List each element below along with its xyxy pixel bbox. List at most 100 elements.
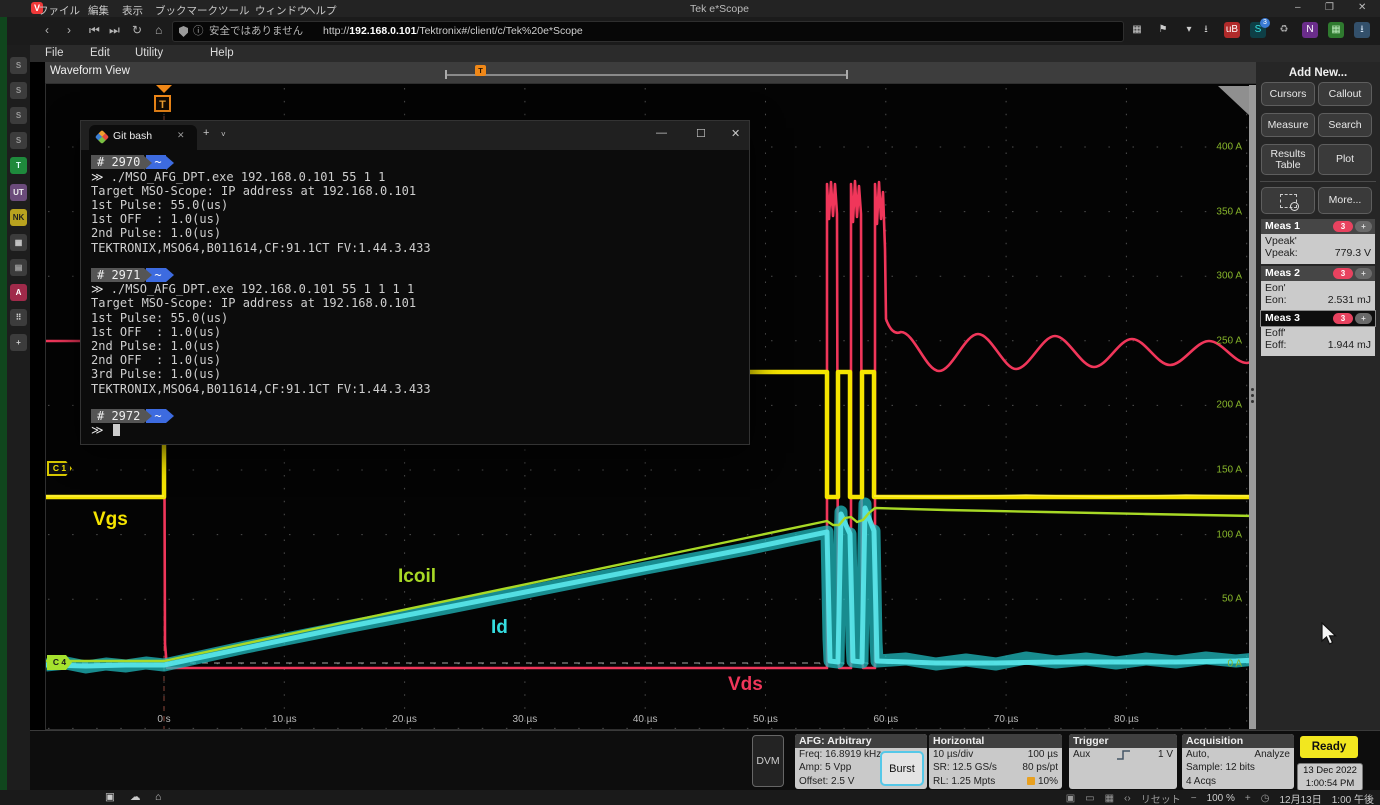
recycle-icon[interactable]: ♻	[1276, 22, 1292, 38]
meas-add-badge[interactable]: +	[1355, 221, 1372, 232]
close-button[interactable]: ✕	[1358, 2, 1366, 13]
terminal-tab[interactable]: Git bash ✕	[89, 125, 197, 150]
save-page-icon[interactable]: ⭳	[1354, 22, 1370, 38]
afg-panel[interactable]: AFG: Arbitrary Freq: 16.8919 kHz Amp: 5 …	[795, 734, 927, 789]
meas-source-badge[interactable]: 3	[1333, 313, 1353, 324]
meas-add-badge[interactable]: +	[1355, 313, 1372, 324]
taskbar-home-icon[interactable]: ⌂	[155, 791, 161, 803]
measure-button[interactable]: Measure	[1261, 113, 1315, 137]
web-panel-s2-icon[interactable]: S	[10, 82, 27, 99]
capture-image-icon[interactable]: ▦	[1105, 793, 1114, 804]
web-panel-grid-icon[interactable]: ⠿	[10, 309, 27, 326]
results-table-button[interactable]: Results Table	[1261, 144, 1315, 175]
web-panel-qr-icon[interactable]: ▦	[10, 234, 27, 251]
more-button[interactable]: More...	[1318, 187, 1372, 214]
terminal-minimize-button[interactable]: —	[656, 127, 667, 139]
forward-icon[interactable]: ›	[67, 23, 71, 37]
meas-source-badge[interactable]: 3	[1333, 221, 1353, 232]
reset-button[interactable]: リセット	[1141, 791, 1181, 805]
terminal-close-button[interactable]: ✕	[731, 127, 740, 140]
address-bar[interactable]: ⓘ 安全ではありません http://192.168.0.101/Tektron…	[172, 21, 1124, 42]
browser-menu-1[interactable]: 編集	[88, 3, 109, 18]
tab-dropdown-icon[interactable]: ˅	[221, 130, 226, 139]
browser-menu-0[interactable]: ファイル	[38, 3, 80, 18]
terminal-window[interactable]: Git bash ✕ + ˅ — ☐ ✕ # 2970~≫ ./MSO_AFG_…	[80, 120, 750, 445]
back-icon[interactable]: ‹	[45, 23, 49, 37]
meas-card-2[interactable]: Meas 23+Eon'Eon:2.531 mJ	[1261, 266, 1375, 311]
scope-menu-help[interactable]: Help	[210, 47, 234, 59]
plot-button[interactable]: Plot	[1318, 144, 1372, 175]
minimap-trigger-flag[interactable]: T	[475, 65, 486, 76]
web-panel-a-icon[interactable]: A	[10, 284, 27, 301]
search-button[interactable]: Search	[1318, 113, 1372, 137]
web-panel-tek-selected-icon[interactable]: T	[10, 157, 27, 174]
time-axis-label: 80 µs	[1114, 714, 1139, 725]
terminal-titlebar[interactable]: Git bash ✕ + ˅ — ☐ ✕	[81, 121, 749, 150]
zoom-in-button[interactable]: +	[1245, 793, 1251, 804]
download-icon[interactable]: ⭳	[1198, 22, 1214, 38]
rewind-icon[interactable]: ⏮	[89, 23, 100, 38]
reload-icon[interactable]: ↻	[132, 23, 142, 37]
scope-menu-edit[interactable]: Edit	[90, 47, 110, 59]
capture-code-icon[interactable]: ‹›	[1124, 793, 1131, 804]
home-icon[interactable]: ⌂	[155, 23, 162, 37]
dropdown-icon[interactable]: ▾	[1181, 22, 1197, 38]
tab-close-icon[interactable]: ✕	[177, 130, 185, 141]
web-panel-s3-icon[interactable]: S	[10, 107, 27, 124]
browser-menu-3[interactable]: ブックマーク	[155, 3, 218, 18]
horizontal-panel[interactable]: Horizontal 10 µs/div100 µs SR: 12.5 GS/s…	[929, 734, 1062, 789]
zoom-out-button[interactable]: −	[1191, 793, 1197, 804]
minimap-right-bracket[interactable]	[846, 70, 848, 79]
fast-forward-icon[interactable]: ⏭	[109, 23, 120, 38]
qr-code-icon[interactable]: ▦	[1129, 22, 1145, 38]
terminal-maximize-button[interactable]: ☐	[696, 127, 706, 140]
browser-menu-2[interactable]: 表示	[122, 3, 143, 18]
meas-card-1[interactable]: Meas 13+Vpeak'Vpeak:779.3 V	[1261, 219, 1375, 264]
minimap-left-bracket[interactable]	[445, 70, 447, 79]
restore-button[interactable]: ❐	[1325, 2, 1334, 13]
scrollbar-handle[interactable]	[1249, 85, 1256, 403]
web-panel-doc-icon[interactable]: ▤	[10, 259, 27, 276]
terminal-output[interactable]: # 2970~≫ ./MSO_AFG_DPT.exe 192.168.0.101…	[91, 155, 741, 440]
callout-button[interactable]: Callout	[1318, 82, 1372, 106]
waveform-view-tab[interactable]: Waveform View	[50, 65, 130, 77]
web-panel-nk-icon[interactable]: NK	[10, 209, 27, 226]
info-icon[interactable]: ⓘ	[193, 22, 204, 41]
ublock-icon[interactable]: uB	[1224, 22, 1240, 38]
new-tab-button[interactable]: +	[203, 127, 209, 139]
dvm-button[interactable]: DVM	[752, 735, 784, 787]
grid-extension-icon[interactable]: ▦	[1328, 22, 1344, 38]
ready-button[interactable]: Ready	[1300, 736, 1358, 758]
taskbar-keyboard-icon[interactable]: ▣	[105, 791, 115, 803]
bookmark-icon[interactable]: ⚑	[1155, 22, 1171, 38]
overview-minimap[interactable]	[447, 74, 847, 76]
scope-menu-file[interactable]: File	[45, 47, 64, 59]
trigger-panel[interactable]: Trigger Aux 1 V	[1069, 734, 1177, 789]
acquisition-panel[interactable]: Acquisition Auto,Analyze Sample: 12 bits…	[1182, 734, 1294, 789]
capture-window-icon[interactable]: ▭	[1085, 793, 1094, 804]
capture-camera-icon[interactable]: ▣	[1066, 793, 1075, 804]
trigger-marker[interactable]: T	[154, 95, 171, 112]
minimize-button[interactable]: –	[1295, 2, 1301, 13]
meas-source-badge[interactable]: 3	[1333, 268, 1353, 279]
meas-line2: Eoff:1.944 mJ	[1265, 339, 1371, 351]
web-panel-ut-icon[interactable]: UT	[10, 184, 27, 201]
trigger-marker-arrow[interactable]	[156, 85, 172, 93]
web-panel-add-icon[interactable]: +	[10, 334, 27, 351]
scope-menu-utility[interactable]: Utility	[135, 47, 163, 59]
taskbar-cloud-icon[interactable]: ☁	[130, 791, 141, 803]
zoom-select-button[interactable]	[1261, 187, 1315, 214]
browser-menu-5[interactable]: ウィンドウ	[255, 3, 308, 18]
browser-menu-6[interactable]: ヘルプ	[305, 3, 337, 18]
browser-menu-4[interactable]: ツール	[218, 3, 250, 18]
trace-label-vds: Vds	[728, 674, 763, 696]
meas-add-badge[interactable]: +	[1355, 268, 1372, 279]
web-panel-s4-icon[interactable]: S	[10, 132, 27, 149]
web-panel-s1-icon[interactable]: S	[10, 57, 27, 74]
notion-icon[interactable]: N	[1302, 22, 1318, 38]
burst-button[interactable]: Burst	[880, 751, 924, 786]
vertical-scrollbar[interactable]	[1249, 85, 1256, 729]
cursors-button[interactable]: Cursors	[1261, 82, 1315, 106]
session-icon[interactable]: S3	[1250, 22, 1266, 38]
meas-card-3[interactable]: Meas 33+Eoff'Eoff:1.944 mJ	[1261, 311, 1375, 356]
